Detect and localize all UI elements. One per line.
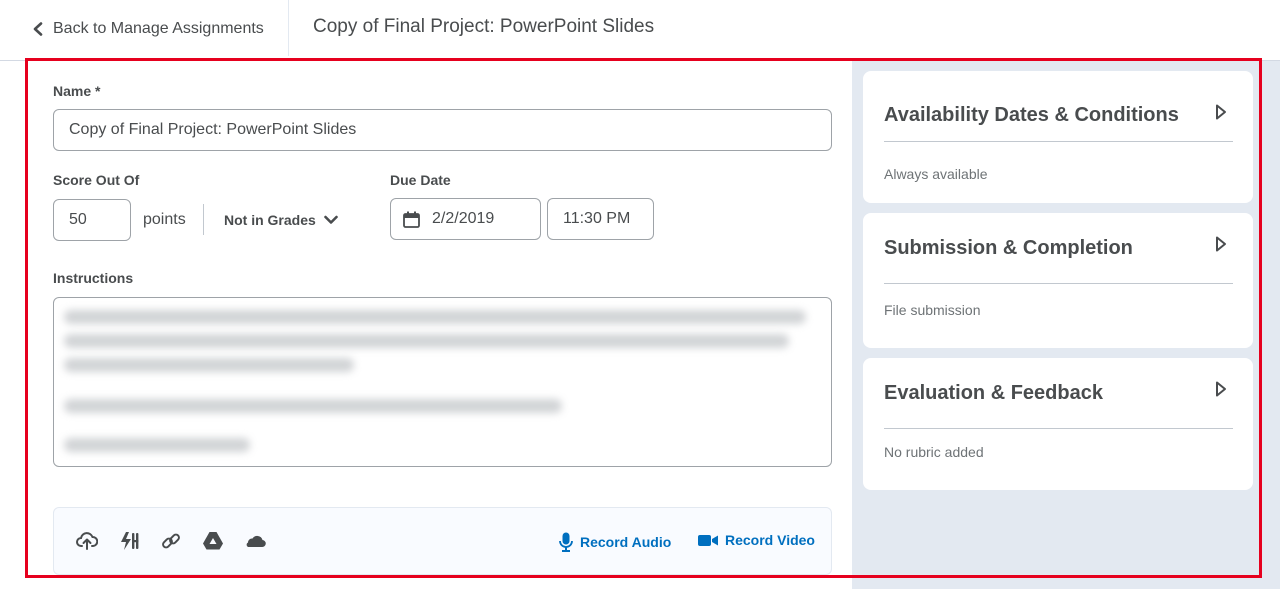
back-link-label: Back to Manage Assignments (53, 20, 264, 37)
settings-sidebar: Availability Dates & Conditions Always a… (852, 61, 1280, 589)
record-audio-button[interactable]: Record Audio (559, 532, 671, 552)
calendar-icon (403, 211, 420, 228)
card-summary: File submission (884, 302, 981, 318)
chevron-down-icon (323, 215, 338, 224)
card-divider (884, 141, 1233, 142)
chevron-left-icon (33, 22, 43, 36)
instructions-editor[interactable] (53, 297, 832, 467)
upload-icon[interactable] (76, 530, 98, 552)
record-video-label: Record Video (725, 532, 815, 548)
card-title: Evaluation & Feedback (884, 382, 1103, 404)
expand-arrow-icon[interactable] (1215, 104, 1227, 120)
points-label: points (143, 211, 186, 228)
google-drive-icon[interactable] (202, 530, 224, 552)
card-divider (884, 283, 1233, 284)
score-label: Score Out Of (53, 172, 140, 188)
page-title: Copy of Final Project: PowerPoint Slides (313, 16, 655, 37)
record-audio-label: Record Audio (580, 534, 672, 550)
score-divider (203, 204, 204, 235)
expand-arrow-icon[interactable] (1215, 381, 1227, 397)
record-video-button[interactable]: Record Video (698, 532, 815, 548)
grades-dropdown[interactable]: Not in Grades (224, 212, 338, 228)
blurred-text-line (64, 358, 354, 372)
expand-arrow-icon[interactable] (1215, 236, 1227, 252)
video-camera-icon (698, 534, 718, 546)
back-to-manage-assignments-link[interactable]: Back to Manage Assignments (32, 18, 264, 40)
onedrive-icon[interactable] (244, 530, 266, 552)
card-summary: No rubric added (884, 444, 984, 460)
due-date-input[interactable]: 2/2/2019 (390, 198, 541, 240)
submission-card[interactable]: Submission & Completion File submission (863, 213, 1253, 348)
header-divider (288, 0, 289, 56)
card-divider (884, 428, 1233, 429)
due-date-value: 2/2/2019 (432, 210, 495, 227)
score-input[interactable]: 50 (53, 199, 131, 241)
grades-dropdown-label: Not in Grades (224, 212, 316, 228)
due-time-input[interactable]: 11:30 PM (547, 198, 654, 240)
quicklink-icon[interactable] (118, 530, 140, 552)
top-bar: Back to Manage Assignments Copy of Final… (0, 0, 1280, 61)
microphone-icon (559, 532, 573, 552)
instructions-label: Instructions (53, 270, 134, 286)
blurred-text-line (64, 399, 562, 413)
evaluation-card[interactable]: Evaluation & Feedback No rubric added (863, 358, 1253, 490)
availability-card[interactable]: Availability Dates & Conditions Always a… (863, 71, 1253, 203)
link-icon[interactable] (160, 530, 182, 552)
name-input[interactable]: Copy of Final Project: PowerPoint Slides (53, 109, 832, 151)
blurred-text-line (64, 310, 806, 324)
card-title: Availability Dates & Conditions (884, 104, 1179, 126)
card-title: Submission & Completion (884, 237, 1133, 259)
name-label: Name * (53, 83, 101, 99)
blurred-text-line (64, 438, 250, 452)
card-summary: Always available (884, 166, 988, 182)
blurred-text-line (64, 334, 789, 348)
assignment-form: Name * Copy of Final Project: PowerPoint… (28, 61, 852, 589)
attachment-toolbar: Record Audio Record Video (53, 507, 832, 575)
due-date-label: Due Date (390, 172, 451, 188)
